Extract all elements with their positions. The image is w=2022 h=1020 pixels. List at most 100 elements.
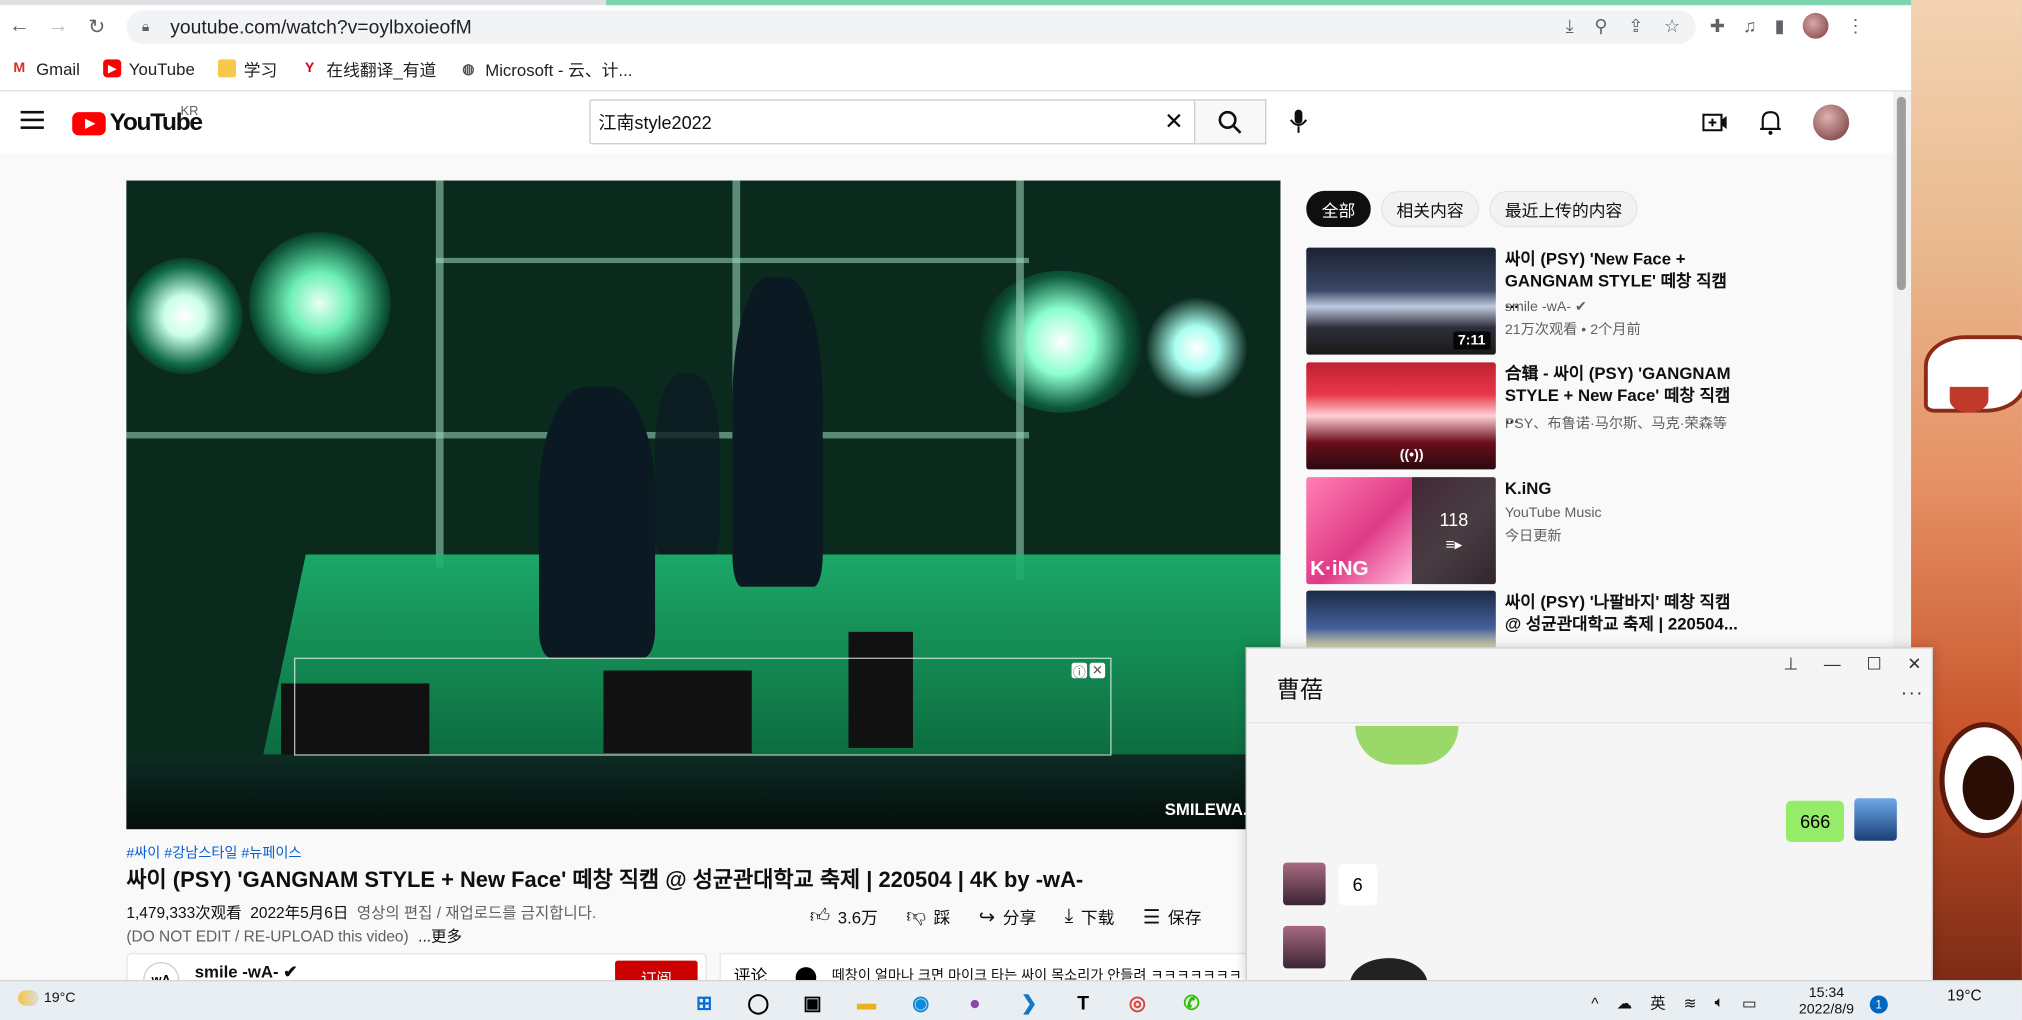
- menu-kebab-icon[interactable]: ⋮: [1847, 15, 1865, 37]
- volume-icon[interactable]: 🔈︎: [1715, 993, 1724, 1012]
- side-panel-icon[interactable]: ▮: [1775, 15, 1785, 37]
- bookmark-youtube[interactable]: ▶ YouTube: [103, 59, 195, 78]
- bookmark-youdao[interactable]: Y 在线翻译_有道: [301, 56, 436, 81]
- download-label: 下载: [1080, 907, 1115, 928]
- bookmark-star-icon[interactable]: ☆: [1664, 15, 1680, 37]
- rec-thumbnail[interactable]: 7:11: [1306, 247, 1496, 355]
- reload-button[interactable]: ↻: [77, 8, 116, 47]
- save-button[interactable]: ☰ 保存: [1143, 904, 1202, 929]
- bookmark-folder-study[interactable]: 学习: [217, 56, 277, 81]
- video-player[interactable]: SMILEWA.CO ⓘ ✕: [126, 180, 1281, 830]
- rec-thumbnail[interactable]: K·iNG 118 ≡▸: [1306, 477, 1496, 585]
- media-control-icon[interactable]: ♫: [1743, 15, 1757, 36]
- chrome-icon[interactable]: ◎: [1119, 986, 1155, 1020]
- rec-channel[interactable]: PSY、布鲁诺·马尔斯、马克·荣森等: [1505, 413, 1727, 434]
- minimize-icon[interactable]: —: [1824, 654, 1841, 675]
- voice-search-button[interactable]: [1279, 102, 1318, 141]
- address-bar[interactable]: 🔒︎ youtube.com/watch?v=oylbxoieofM ⤓ ⚲ ⇪…: [126, 10, 1696, 44]
- windows-start-icon[interactable]: ⊞: [686, 986, 722, 1020]
- chip-recent[interactable]: 最近上传的内容: [1489, 190, 1638, 227]
- edge-browser-icon[interactable]: ◉: [903, 986, 939, 1020]
- zoom-icon[interactable]: ⚲: [1594, 15, 1607, 37]
- maximize-icon[interactable]: ☐: [1866, 654, 1881, 675]
- channel-name[interactable]: smile -wA- ✔: [195, 962, 298, 980]
- profile-avatar[interactable]: [1802, 12, 1829, 39]
- rec-channel-name: smile -wA-: [1504, 299, 1572, 315]
- contact-avatar[interactable]: [1283, 925, 1326, 969]
- rec-channel[interactable]: YouTube Music: [1505, 505, 1602, 520]
- rec-channel[interactable]: smile -wA- ✔: [1504, 298, 1587, 315]
- search-query[interactable]: 江南style2022: [598, 109, 711, 135]
- stage-light-glow: [248, 232, 391, 374]
- dislike-button[interactable]: 👎︎ 踩: [906, 904, 950, 929]
- bookmark-microsoft[interactable]: ◍ Microsoft - 云、计...: [459, 56, 632, 81]
- more-options-icon[interactable]: ···: [1901, 682, 1924, 704]
- comments-teaser[interactable]: 评论 떼창이 얼마나 크면 마이크 타는 싸이 목소리가 안들려 ㅋㅋㅋㅋㅋㅋㅋ: [719, 952, 1262, 981]
- overlay-ad[interactable]: ⓘ ✕: [294, 657, 1112, 756]
- extensions-icon[interactable]: ✚: [1710, 15, 1725, 37]
- channel-info: wA smile -wA- ✔ 订阅: [126, 952, 707, 981]
- wechat-icon[interactable]: ✆: [1173, 986, 1209, 1020]
- rec-title[interactable]: K.iNG: [1505, 477, 1745, 499]
- weather-widget-secondary[interactable]: 19°C: [1947, 986, 1982, 1004]
- address-url[interactable]: youtube.com/watch?v=oylbxoieofM: [170, 16, 472, 38]
- show-more-link[interactable]: ...更多: [418, 927, 462, 945]
- chip-related[interactable]: 相关内容: [1381, 190, 1480, 227]
- typora-icon[interactable]: T: [1065, 986, 1101, 1020]
- search-input[interactable]: 江南style2022 ✕: [589, 99, 1196, 145]
- forward-button[interactable]: →: [39, 8, 78, 47]
- subscribe-button[interactable]: 订阅: [615, 960, 698, 981]
- notifications-bell-icon[interactable]: [1759, 110, 1782, 136]
- github-icon[interactable]: ●: [957, 986, 993, 1020]
- rec-item[interactable]: 7:11 싸이 (PSY) 'New Face + GANGNAM STYLE'…: [1306, 247, 1744, 356]
- ad-info-icon[interactable]: ⓘ: [1071, 662, 1088, 680]
- notification-badge[interactable]: 1: [1869, 995, 1888, 1014]
- install-icon[interactable]: ⤓: [1566, 15, 1574, 37]
- cloud-icon[interactable]: ☁: [1617, 994, 1632, 1012]
- ad-close-icon[interactable]: ✕: [1089, 662, 1106, 679]
- playlist-icon: ≡▸: [1445, 534, 1463, 553]
- bookmark-gmail[interactable]: M Gmail: [10, 59, 79, 78]
- lock-icon[interactable]: 🔒︎: [142, 19, 157, 34]
- channel-avatar[interactable]: wA: [143, 961, 180, 981]
- hamburger-menu-icon[interactable]: [20, 110, 44, 129]
- file-explorer-icon[interactable]: ▬: [848, 986, 884, 1020]
- rec-title[interactable]: 싸이 (PSY) '나팔바지' 떼창 직캠 @ 성균관대학교 축제 | 2205…: [1505, 591, 1745, 635]
- audience-silhouette: [126, 754, 1281, 830]
- playlist-count: 118: [1439, 508, 1469, 530]
- weather-widget[interactable]: 19°C: [18, 990, 76, 1006]
- contact-message-bubble[interactable]: 6: [1338, 863, 1377, 906]
- close-icon[interactable]: ✕: [1907, 654, 1921, 675]
- rec-item[interactable]: ((•)) 合辑 - 싸이 (PSY) 'GANGNAM STYLE + New…: [1306, 362, 1744, 470]
- download-button[interactable]: ⤓ 下载: [1065, 904, 1115, 929]
- clear-search-icon[interactable]: ✕: [1164, 108, 1183, 135]
- sticker-image: [1355, 725, 1459, 765]
- share-button[interactable]: ↪ 分享: [979, 904, 1037, 929]
- rec-thumbnail[interactable]: ((•)): [1306, 362, 1496, 470]
- battery-icon[interactable]: ▭: [1742, 994, 1757, 1012]
- create-video-icon[interactable]: [1702, 111, 1728, 134]
- account-avatar[interactable]: [1813, 104, 1850, 141]
- share-icon[interactable]: ⇪: [1628, 15, 1643, 37]
- wifi-icon[interactable]: ≋: [1684, 994, 1697, 1012]
- taskbar-search-icon[interactable]: ◯: [740, 986, 776, 1020]
- rec-item[interactable]: K·iNG 118 ≡▸ K.iNG YouTube Music 今日更新: [1306, 477, 1744, 585]
- like-button[interactable]: 👍︎ 3.6万: [810, 904, 878, 929]
- input-language[interactable]: 英: [1650, 992, 1665, 1014]
- scrollbar-thumb[interactable]: [1896, 96, 1906, 291]
- pin-icon[interactable]: ⊥: [1784, 654, 1799, 675]
- system-clock[interactable]: 15:34 2022/8/9: [1799, 985, 1854, 1019]
- channel-name-text: smile -wA-: [194, 961, 279, 981]
- my-message-bubble[interactable]: 666: [1785, 800, 1845, 843]
- back-button[interactable]: ←: [0, 8, 39, 47]
- youtube-logo[interactable]: YouTube KR: [72, 104, 203, 138]
- contact-avatar[interactable]: [1283, 862, 1326, 906]
- chip-all[interactable]: 全部: [1306, 190, 1371, 227]
- chat-window: 曹蓓 ⊥ — ☐ ✕ ··· 666 6: [1245, 647, 1933, 982]
- video-hashtags[interactable]: #싸이 #강남스타일 #뉴페이스: [126, 842, 301, 863]
- tray-overflow-icon[interactable]: ^: [1591, 994, 1598, 1012]
- my-avatar[interactable]: [1854, 798, 1897, 841]
- task-view-icon[interactable]: ▣: [794, 986, 830, 1020]
- search-button[interactable]: [1195, 99, 1267, 145]
- vscode-icon[interactable]: ❯: [1011, 986, 1047, 1020]
